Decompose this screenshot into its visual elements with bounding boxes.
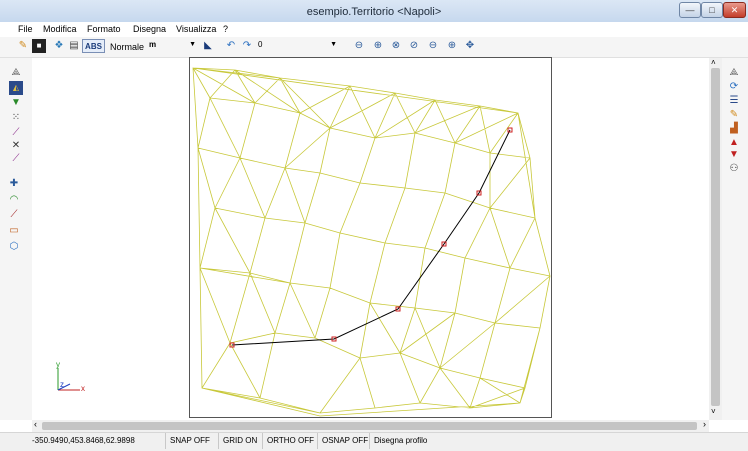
status-coords: -350.9490,453.8468,62.9898 xyxy=(28,433,166,449)
break-line-icon[interactable]: ⟋ xyxy=(9,152,23,166)
polygon-icon[interactable]: ⬡ xyxy=(7,240,21,254)
layer-value: 0 xyxy=(258,40,263,49)
drawing-sheet[interactable] xyxy=(189,57,552,418)
menu-disegna[interactable]: Disegna xyxy=(133,22,166,37)
unit-value: m xyxy=(149,40,157,49)
minimize-button[interactable]: — xyxy=(679,2,701,18)
triangulation-mesh xyxy=(192,67,551,417)
axis-z-label: z xyxy=(60,380,64,389)
arrow-down-icon[interactable]: ▼ xyxy=(727,148,741,162)
status-grid[interactable]: GRID ON xyxy=(219,433,263,449)
profile-icon[interactable]: ⟋ xyxy=(7,208,21,222)
abs-toggle-button[interactable]: ABS xyxy=(82,39,105,53)
vertical-scroll-thumb[interactable] xyxy=(711,68,720,406)
points-icon[interactable]: ⁙ xyxy=(9,111,23,125)
maximize-button[interactable]: □ xyxy=(701,2,723,18)
layers-icon[interactable]: ❖ xyxy=(52,39,66,53)
edge-icon[interactable]: ⟋ xyxy=(9,126,23,140)
menu-file[interactable]: File xyxy=(18,22,33,37)
insert-point-icon[interactable]: ✚ xyxy=(7,177,21,191)
scroll-right-icon[interactable]: › xyxy=(703,419,706,429)
list-icon[interactable]: ☰ xyxy=(727,94,741,108)
scroll-down-icon[interactable]: ˅ xyxy=(711,407,716,416)
zoom-extents-icon[interactable]: ⊗ xyxy=(389,39,403,53)
status-osnap[interactable]: OSNAP OFF xyxy=(318,433,370,449)
redo-icon[interactable]: ↷ xyxy=(240,39,254,53)
menu-help[interactable]: ? xyxy=(223,22,228,37)
chevron-down-icon: ▼ xyxy=(189,41,196,48)
axis-x-label: x xyxy=(81,384,85,393)
status-command: Disegna profilo xyxy=(374,436,428,445)
surface-icon[interactable]: ◭ xyxy=(9,81,23,95)
print-icon[interactable]: ▤ xyxy=(67,39,81,53)
delete-edge-icon[interactable]: ✕ xyxy=(9,139,23,153)
zoom-icon[interactable]: ⊖ xyxy=(352,39,366,53)
pencil-icon[interactable]: ✎ xyxy=(16,39,30,53)
zoom-out-icon[interactable]: ⊖ xyxy=(426,39,440,53)
axis-y-label: y xyxy=(56,360,60,369)
chart-icon[interactable]: ▟ xyxy=(727,122,741,136)
mode-label[interactable]: Normale xyxy=(110,39,144,55)
contour-icon[interactable]: ◠ xyxy=(7,193,21,207)
zoom-previous-icon[interactable]: ⊘ xyxy=(407,39,421,53)
pan-icon[interactable]: ✥ xyxy=(463,39,477,53)
axis-indicator: y x z xyxy=(56,360,85,393)
menu-modifica[interactable]: Modifica xyxy=(43,22,77,37)
scroll-up-icon[interactable]: ˄ xyxy=(711,58,716,67)
area-icon[interactable]: ▭ xyxy=(7,224,21,238)
scroll-left-icon[interactable]: ‹ xyxy=(34,419,37,429)
undo-icon[interactable]: ↶ xyxy=(224,39,238,53)
close-button[interactable]: ✕ xyxy=(723,2,746,18)
menu-visualizza[interactable]: Visualizza xyxy=(176,22,216,37)
edit-icon[interactable]: ✎ xyxy=(727,108,741,122)
point-icon[interactable]: ▼ xyxy=(9,96,23,110)
status-ortho[interactable]: ORTHO OFF xyxy=(263,433,318,449)
layer-select[interactable]: 0 ▼ xyxy=(255,39,339,53)
chevron-down-icon: ▼ xyxy=(330,41,337,48)
window-title: esempio.Territorio <Napoli> xyxy=(306,6,442,18)
mesh-edges xyxy=(192,67,551,417)
profile-line xyxy=(231,129,511,346)
triangulation-icon[interactable]: ⟁ xyxy=(9,66,23,80)
layer-color-icon[interactable]: ◣ xyxy=(201,39,215,53)
status-snap[interactable]: SNAP OFF xyxy=(166,433,219,449)
zoom-window-icon[interactable]: ⊕ xyxy=(371,39,385,53)
refresh-icon[interactable]: ⟳ xyxy=(727,80,741,94)
color-square-icon[interactable]: ■ xyxy=(32,39,46,53)
zoom-in-icon[interactable]: ⊕ xyxy=(445,39,459,53)
properties-icon[interactable]: ⟁ xyxy=(727,66,741,80)
walk-icon[interactable]: ⚇ xyxy=(727,162,741,176)
unit-select[interactable]: m ▼ xyxy=(146,39,198,53)
horizontal-scroll-thumb[interactable] xyxy=(42,422,697,430)
menu-formato[interactable]: Formato xyxy=(87,22,121,37)
